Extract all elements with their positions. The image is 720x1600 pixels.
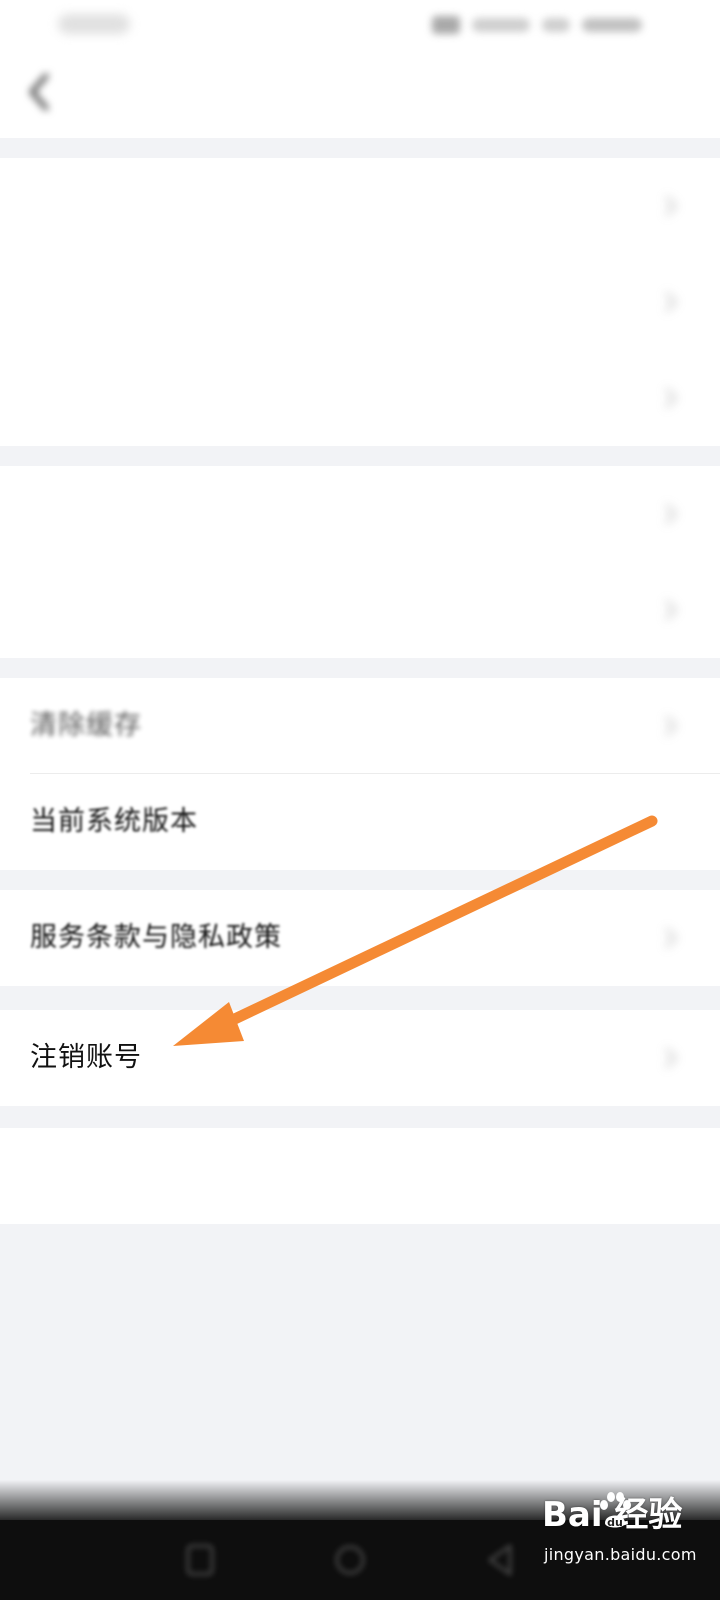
system-version-label: 当前系统版本 bbox=[30, 806, 198, 837]
clear-cache-label: 清除缓存 bbox=[30, 710, 142, 741]
wifi-icon bbox=[542, 18, 570, 32]
page-title bbox=[300, 72, 420, 112]
status-bar bbox=[0, 0, 720, 48]
recent-apps-icon[interactable] bbox=[180, 1542, 220, 1578]
baidu-jingyan-watermark: Bai 经验 du jingyan.baidu.com bbox=[540, 1487, 710, 1595]
logout-button[interactable] bbox=[0, 1128, 720, 1224]
chevron-right-icon bbox=[658, 1046, 682, 1070]
settings-group-account bbox=[0, 158, 720, 446]
battery-icon bbox=[432, 16, 460, 34]
settings-row[interactable] bbox=[0, 254, 720, 350]
top-bar bbox=[0, 0, 720, 138]
network-icon bbox=[472, 18, 530, 32]
paw-icon: du bbox=[598, 1491, 632, 1531]
settings-group-account-cancel: 注销账号 bbox=[0, 1010, 720, 1106]
home-icon[interactable] bbox=[330, 1542, 370, 1578]
signal-icon bbox=[582, 18, 642, 32]
back-icon[interactable] bbox=[22, 70, 58, 114]
settings-row[interactable] bbox=[0, 158, 720, 254]
settings-group-general bbox=[0, 466, 720, 658]
chevron-right-icon bbox=[658, 926, 682, 950]
settings-group-terms: 服务条款与隐私政策 bbox=[0, 890, 720, 986]
settings-row[interactable] bbox=[0, 350, 720, 446]
settings-row-cancel-account[interactable]: 注销账号 bbox=[0, 1010, 720, 1106]
status-time bbox=[58, 14, 130, 34]
terms-privacy-label: 服务条款与隐私政策 bbox=[30, 922, 282, 953]
logout-label bbox=[260, 1128, 460, 1224]
status-icons bbox=[432, 14, 646, 36]
settings-row-system-version[interactable]: 当前系统版本 bbox=[0, 774, 720, 870]
settings-row-clear-cache[interactable]: 清除缓存 bbox=[0, 678, 720, 774]
chevron-right-icon bbox=[658, 290, 682, 314]
chevron-right-icon bbox=[658, 502, 682, 526]
settings-screen: 清除缓存 当前系统版本 服务条款与隐私政策 注销账号 Bai 经验 du jin… bbox=[0, 0, 720, 1600]
chevron-right-icon bbox=[658, 194, 682, 218]
back-nav-icon[interactable] bbox=[480, 1542, 520, 1578]
cancel-account-label: 注销账号 bbox=[30, 1042, 142, 1073]
settings-row-terms-privacy[interactable]: 服务条款与隐私政策 bbox=[0, 890, 720, 986]
settings-row[interactable] bbox=[0, 562, 720, 658]
svg-text:du: du bbox=[607, 1516, 623, 1529]
chevron-right-icon bbox=[658, 714, 682, 738]
settings-row[interactable] bbox=[0, 466, 720, 562]
chevron-right-icon bbox=[658, 386, 682, 410]
watermark-url: jingyan.baidu.com bbox=[544, 1545, 697, 1564]
settings-group-system: 清除缓存 当前系统版本 bbox=[0, 678, 720, 870]
chevron-right-icon bbox=[658, 598, 682, 622]
